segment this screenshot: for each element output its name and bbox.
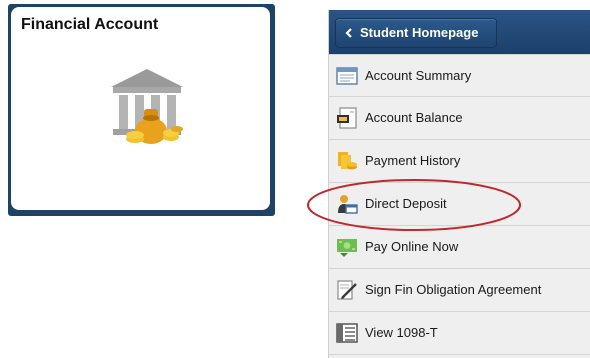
nav-item-label: Direct Deposit [365,196,447,211]
student-nav-panel: Student Homepage Account Summary Account… [328,10,590,358]
nav-item-label: Account Balance [365,110,463,125]
student-homepage-back-button[interactable]: Student Homepage [335,18,497,48]
nav-item-pay-online-now[interactable]: Pay Online Now [329,226,590,269]
chevron-left-icon [345,28,352,38]
direct-deposit-icon [338,195,358,214]
sign-agreement-icon [337,280,357,300]
nav-item-label: Account Summary [365,68,472,83]
nav-item-label: Payment History [365,153,461,168]
nav-item-label: View 1098-T [365,325,438,340]
pay-online-icon [337,239,357,257]
nav-item-sign-fin-obligation-agreement[interactable]: Sign Fin Obligation Agreement [329,269,590,312]
payment-history-icon [338,152,357,170]
back-button-label: Student Homepage [360,25,479,40]
tile-body[interactable]: Financial Account [11,7,270,210]
view-form-icon [336,323,358,343]
nav-item-account-summary[interactable]: Account Summary [329,54,590,97]
tile-title: Financial Account [21,16,159,33]
nav-item-label: Pay Online Now [365,239,459,254]
nav-item-payment-history[interactable]: Payment History [329,140,590,183]
nav-list: Account Summary Account Balance Payment … [329,54,590,355]
bank-money-bag-icon [111,69,183,144]
account-balance-icon [337,107,357,129]
nav-item-label: Sign Fin Obligation Agreement [365,282,542,297]
nav-item-account-balance[interactable]: Account Balance [329,97,590,140]
account-summary-icon [336,67,358,85]
financial-account-tile[interactable]: Financial Account [8,4,275,216]
nav-item-direct-deposit[interactable]: Direct Deposit [329,183,590,226]
nav-header: Student Homepage [329,10,590,54]
nav-item-view-1098-t[interactable]: View 1098-T [329,312,590,355]
